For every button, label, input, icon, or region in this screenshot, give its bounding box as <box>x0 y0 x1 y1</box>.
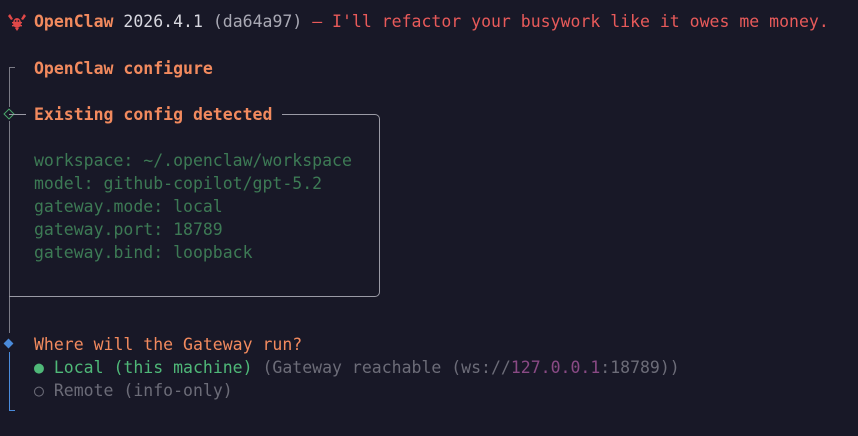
option-remote-label: Remote (info-only) <box>53 381 233 400</box>
option-local-hint-host: 127.0.0.1 <box>510 358 601 377</box>
radio-unselected-icon: ○ <box>34 381 44 400</box>
radio-selected-icon: ● <box>34 358 44 377</box>
option-local-label: Local (this machine) <box>53 358 253 377</box>
option-local[interactable]: ● Local (this machine) (Gateway reachabl… <box>34 356 680 379</box>
option-local-hint-suffix: :18789)) <box>600 358 680 377</box>
tagline: — I'll refactor your busywork like it ow… <box>312 12 829 31</box>
config-line-model: model: github-copilot/gpt-5.2 <box>34 174 323 193</box>
config-line-gateway-bind: gateway.bind: loopback <box>34 243 253 262</box>
version: 2026.4.1 <box>123 12 203 31</box>
configure-title: OpenClaw configure <box>34 59 213 78</box>
app-name: OpenClaw <box>34 12 114 31</box>
config-line-gateway-port: gateway.port: 18789 <box>34 220 223 239</box>
lobster-icon <box>8 14 26 31</box>
option-local-hint-prefix: (Gateway reachable (ws:// <box>262 358 511 377</box>
header-line: OpenClaw 2026.4.1 (da64a97) — I'll refac… <box>34 10 829 33</box>
option-remote[interactable]: ○ Remote (info-only) <box>34 379 233 402</box>
config-line-workspace: workspace: ~/.openclaw/workspace <box>34 151 352 170</box>
config-line-gateway-mode: gateway.mode: local <box>34 197 223 216</box>
rail-active-cap <box>9 410 15 412</box>
existing-config-title: Existing config detected <box>34 105 273 124</box>
diamond-filled-icon <box>3 338 14 349</box>
gateway-question: Where will the Gateway run? <box>34 335 303 354</box>
rail-top <box>9 67 11 107</box>
rail-active <box>9 352 11 411</box>
commit-hash: (da64a97) <box>212 12 303 31</box>
rail-top-cap <box>9 67 15 69</box>
